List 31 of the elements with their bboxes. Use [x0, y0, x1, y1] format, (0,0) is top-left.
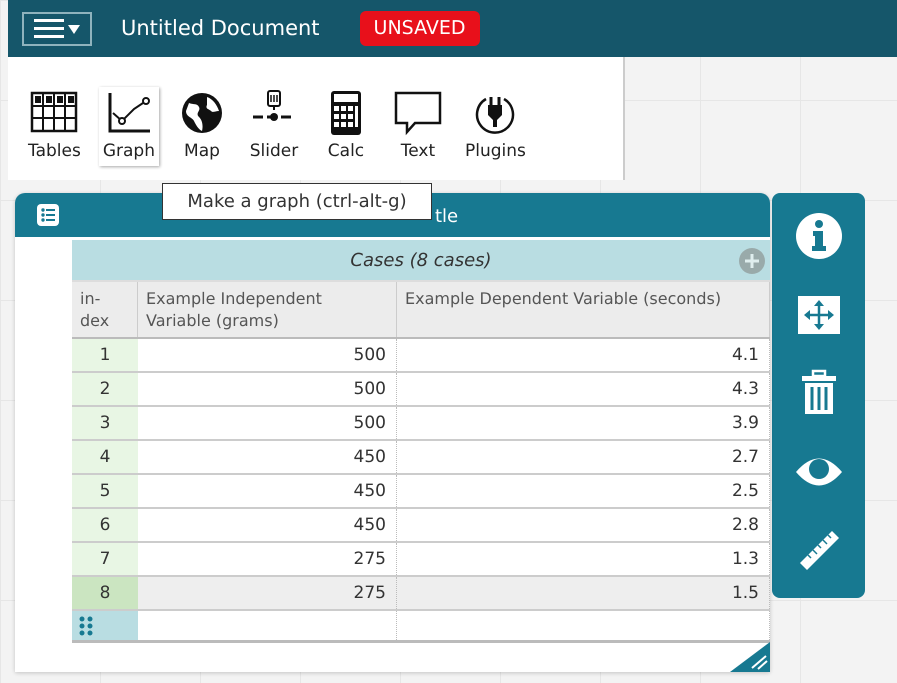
tool-button[interactable]: Graph	[98, 86, 159, 166]
menu-button[interactable]	[22, 12, 92, 46]
cases-count: Cases (8 cases)	[350, 248, 492, 272]
tooltip: Make a graph (ctrl-alt-g)	[162, 183, 432, 220]
document-title: Untitled Document	[121, 14, 320, 42]
unsaved-badge: UNSAVED	[360, 11, 480, 46]
row-index: 4	[72, 441, 138, 473]
row-index: 8	[72, 577, 138, 609]
row-index: 1	[72, 339, 138, 371]
tool-button[interactable]: Slider	[244, 86, 303, 166]
resize-handle[interactable]	[730, 642, 770, 672]
table-title: tle	[435, 205, 458, 229]
row-index: 2	[72, 373, 138, 405]
column-header: Example Dependent Variable (seconds)	[397, 282, 770, 337]
tool-button[interactable]: Map	[172, 86, 231, 166]
list-icon[interactable]	[37, 204, 59, 226]
table-cell: 1.5	[397, 577, 770, 609]
tool-button[interactable]: Tables	[24, 86, 85, 166]
table-cell: 275	[138, 577, 397, 609]
row-index: 5	[72, 475, 138, 507]
info-icon	[794, 211, 844, 261]
drag-handle-icon[interactable]	[78, 614, 94, 636]
tool-button[interactable]: Text	[388, 86, 447, 166]
row-index: 7	[72, 543, 138, 575]
tool-button[interactable]: Plugins	[460, 86, 530, 166]
column-header: in- dex	[72, 282, 138, 337]
menu-icon	[32, 16, 82, 40]
row-index: 3	[72, 407, 138, 439]
row-index: 6	[72, 509, 138, 541]
tool-button[interactable]: Calc	[316, 86, 375, 166]
column-header: Example Independent Variable (grams)	[138, 282, 397, 337]
